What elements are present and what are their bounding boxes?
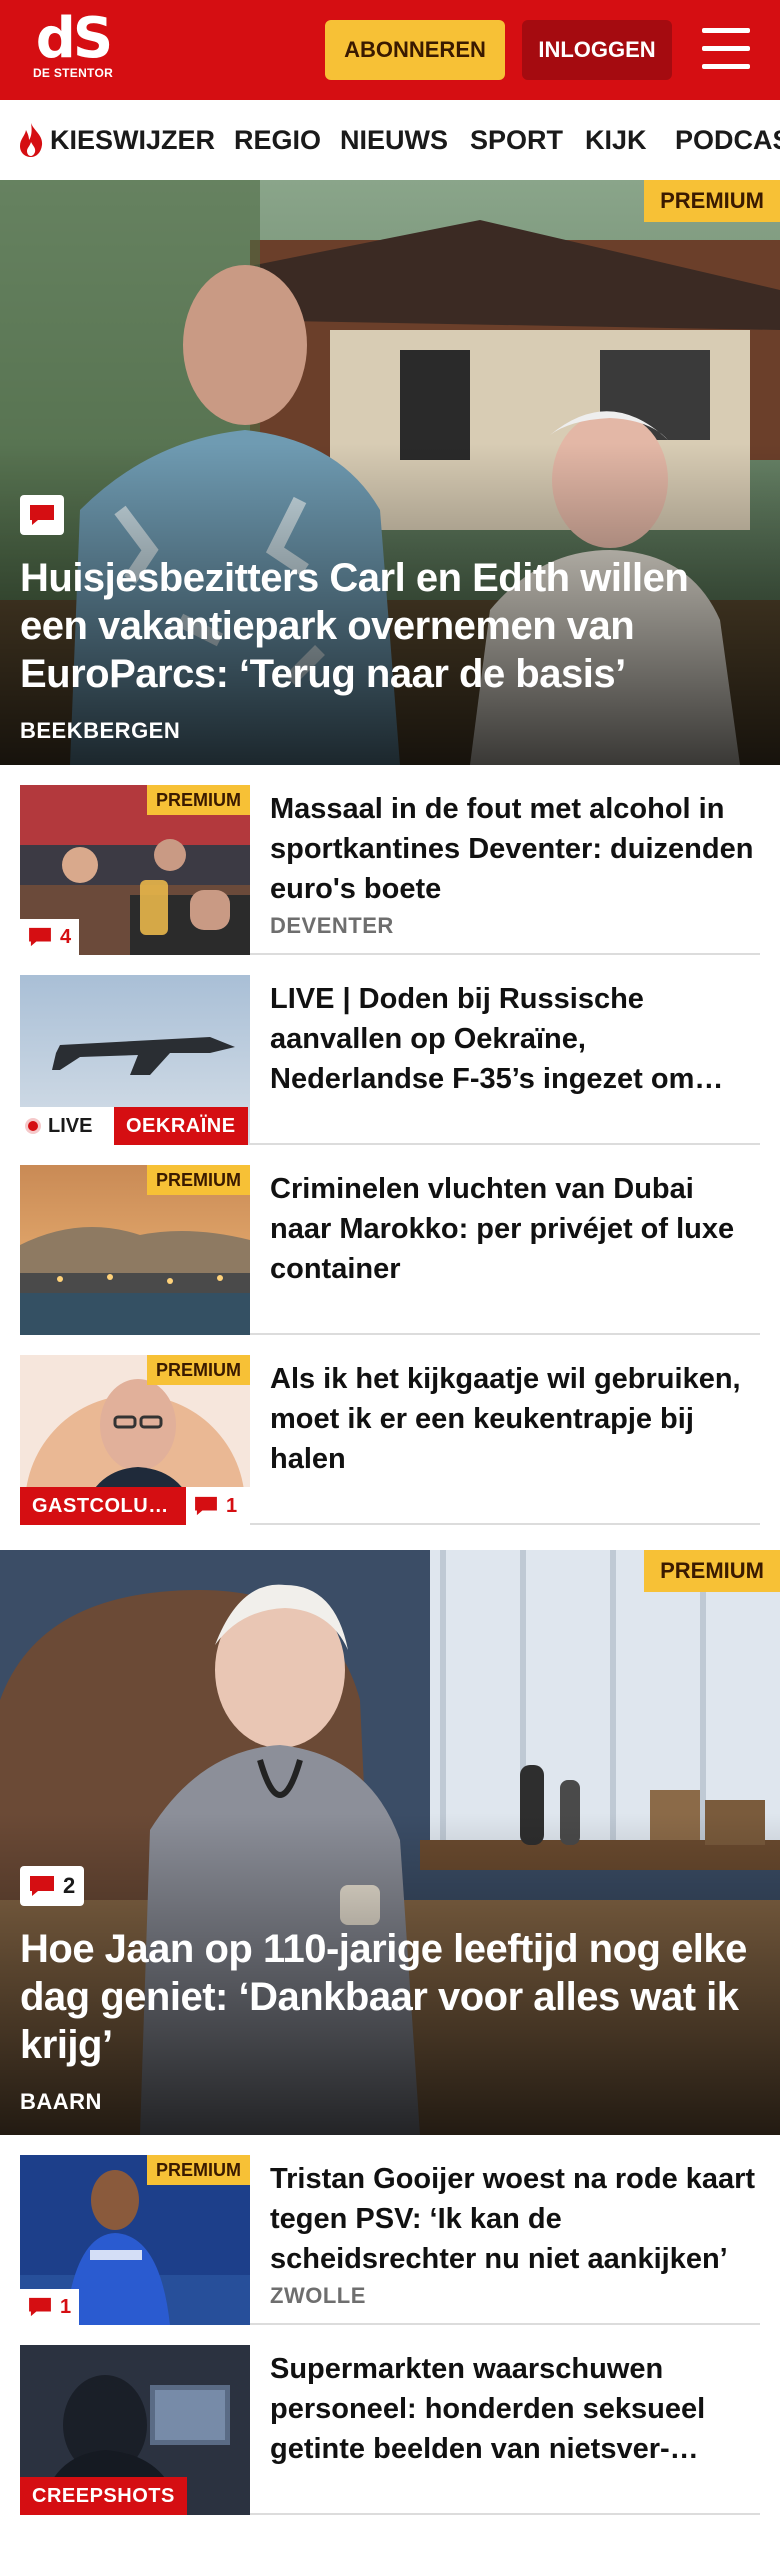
main-nav: KIESWIJZER REGIO NIEUWS SPORT KIJK PODCA… bbox=[0, 100, 780, 180]
article-thumbnail[interactable]: PREMIUM bbox=[20, 1165, 250, 1335]
article-card[interactable]: PREMIUM Criminelen vluchten van Dubai na… bbox=[20, 1145, 760, 1335]
live-label: LIVE bbox=[48, 1114, 93, 1137]
article-headline[interactable]: Als ik het kijkgaatje wil gebruiken, moe… bbox=[270, 1359, 760, 1479]
hero-location: BEEKBERGEN bbox=[20, 718, 181, 743]
article-thumbnail[interactable]: PREMIUM GASTCOLU… 1 bbox=[20, 1355, 250, 1525]
article-thumbnail[interactable]: LIVE OEKRAÏNE bbox=[20, 975, 250, 1145]
premium-badge: PREMIUM bbox=[147, 2155, 250, 2185]
nav-item-kijk[interactable]: KIJK bbox=[585, 100, 647, 180]
comment-count: 4 bbox=[60, 925, 72, 948]
comment-badge: 4 bbox=[20, 919, 80, 955]
comment-badge: 1 bbox=[20, 2289, 80, 2325]
site-logo[interactable]: dS DE STENTOR bbox=[30, 6, 116, 88]
comment-count: 2 bbox=[63, 1873, 76, 1898]
category-tag: OEKRAÏNE bbox=[114, 1107, 248, 1145]
login-button[interactable]: INLOGGEN bbox=[522, 20, 672, 80]
article-card[interactable]: PREMIUM 1 Tristan Gooijer woest na rode … bbox=[20, 2135, 760, 2325]
nav-item-regio[interactable]: REGIO bbox=[234, 100, 321, 180]
subscribe-button[interactable]: ABONNEREN bbox=[325, 20, 505, 80]
comment-icon bbox=[195, 1496, 217, 1516]
comment-icon bbox=[29, 2297, 51, 2317]
comment-icon bbox=[30, 1876, 54, 1896]
article-thumbnail[interactable]: PREMIUM 4 bbox=[20, 785, 250, 955]
article-location: ZWOLLE bbox=[270, 2283, 366, 2308]
comment-icon bbox=[29, 927, 51, 947]
article-card[interactable]: LIVE OEKRAÏNE LIVE | Doden bij Russische… bbox=[20, 955, 760, 1145]
article-card[interactable]: PREMIUM GASTCOLU… 1 Als ik het kijkgaatj… bbox=[20, 1335, 760, 1525]
live-badge: LIVE bbox=[20, 1107, 114, 1145]
article-headline[interactable]: Massaal in de fout met alcohol in sportk… bbox=[270, 789, 760, 909]
comment-count: 1 bbox=[226, 1494, 238, 1517]
article-headline[interactable]: Supermarkten waarschuwen personeel: hond… bbox=[270, 2349, 760, 2469]
nav-item-kieswijzer[interactable]: KIESWIJZER bbox=[50, 100, 215, 180]
article-headline[interactable]: LIVE | Doden bij Russische aanvallen op … bbox=[270, 979, 760, 1099]
site-header: dS DE STENTOR ABONNEREN INLOGGEN bbox=[0, 0, 780, 100]
premium-badge: PREMIUM bbox=[147, 1165, 250, 1195]
hero-headline[interactable]: Huisjesbezitters Carl en Edith willen ee… bbox=[20, 554, 750, 698]
hero-article-1[interactable]: PREMIUM Huisjesbezitters Carl en Edith w… bbox=[0, 180, 780, 765]
logo-name: DE STENTOR bbox=[32, 66, 114, 80]
nav-item-nieuws[interactable]: NIEUWS bbox=[340, 100, 448, 180]
comment-badge: 1 bbox=[186, 1487, 250, 1525]
article-headline[interactable]: Tristan Gooijer woest na rode kaart tege… bbox=[270, 2159, 760, 2279]
hamburger-menu-icon[interactable] bbox=[702, 24, 752, 74]
article-headline[interactable]: Criminelen vluchten van Dubai naar Marok… bbox=[270, 1169, 760, 1289]
comment-icon bbox=[30, 505, 54, 525]
comment-badge bbox=[20, 495, 64, 535]
nav-item-podcast[interactable]: PODCAS bbox=[675, 100, 780, 180]
premium-badge: PREMIUM bbox=[147, 785, 250, 815]
premium-badge: PREMIUM bbox=[644, 180, 780, 222]
article-location: DEVENTER bbox=[270, 913, 394, 938]
comment-badge: 2 bbox=[20, 1866, 85, 1906]
hero-location: BAARN bbox=[20, 2089, 102, 2114]
live-dot-icon bbox=[28, 1121, 38, 1131]
comment-count: 1 bbox=[60, 2295, 72, 2318]
nav-item-sport[interactable]: SPORT bbox=[470, 100, 563, 180]
category-tag: GASTCOLU… bbox=[20, 1487, 186, 1525]
article-card[interactable]: CREEPSHOTS Supermarkten waarschuwen pers… bbox=[20, 2325, 760, 2515]
category-tag: CREEPSHOTS bbox=[20, 2477, 187, 2515]
premium-badge: PREMIUM bbox=[644, 1550, 780, 1592]
hero-article-2[interactable]: PREMIUM 2 Hoe Jaan op 110-jarige leeftij… bbox=[0, 1550, 780, 2135]
hero-headline[interactable]: Hoe Jaan op 110-jarige leeftijd nog elke… bbox=[20, 1925, 750, 2069]
article-thumbnail[interactable]: CREEPSHOTS bbox=[20, 2345, 250, 2515]
logo-mark: dS bbox=[35, 6, 113, 71]
article-thumbnail[interactable]: PREMIUM 1 bbox=[20, 2155, 250, 2325]
article-card[interactable]: PREMIUM 4 Massaal in de fout met alcohol… bbox=[20, 765, 760, 955]
flame-icon bbox=[20, 123, 43, 157]
premium-badge: PREMIUM bbox=[147, 1355, 250, 1385]
